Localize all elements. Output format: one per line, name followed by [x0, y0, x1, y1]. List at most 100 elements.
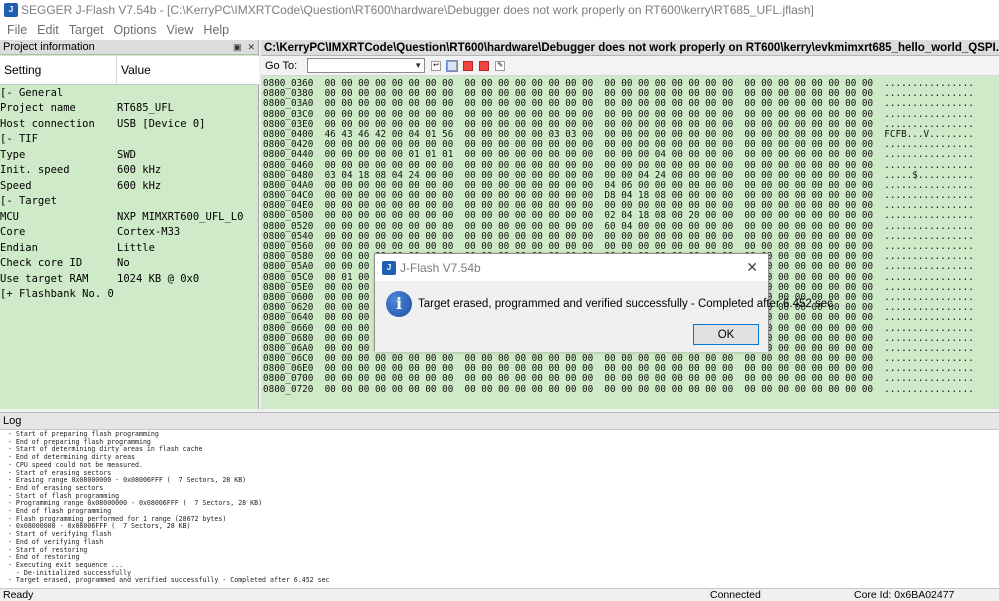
- jflash-window: J SEGGER J-Flash V7.54b - [C:\KerryPC\IM…: [0, 0, 999, 601]
- close-panel-icon[interactable]: ✕: [247, 42, 255, 53]
- project-setting-row[interactable]: TypeSWD: [0, 147, 259, 163]
- log-line: - Erasing range 0x08000000 - 0x08006FFF …: [4, 477, 999, 485]
- log-line: - Executing exit sequence ...: [4, 562, 999, 570]
- log-line: - End of erasing sectors: [4, 485, 999, 493]
- dialog-body: i Target erased, programmed and verified…: [375, 281, 768, 352]
- project-group-row[interactable]: [- Target: [0, 194, 259, 210]
- setting-value: Little: [117, 242, 259, 254]
- setting-name: Use target RAM: [0, 273, 117, 285]
- column-header-setting[interactable]: Setting: [0, 56, 117, 84]
- edit-icon[interactable]: ✎: [495, 61, 505, 71]
- setting-name: MCU: [0, 211, 117, 223]
- setting-value: 1024 KB @ 0x0: [117, 273, 259, 285]
- info-icon: i: [386, 291, 412, 317]
- log-line: - End of restoring: [4, 554, 999, 562]
- view-1x-icon[interactable]: [447, 61, 457, 71]
- project-setting-row[interactable]: Host connectionUSB [Device 0]: [0, 116, 259, 132]
- project-setting-row[interactable]: Use target RAM1024 KB @ 0x0: [0, 271, 259, 287]
- setting-name: Type: [0, 149, 117, 161]
- jflash-app-icon: J: [4, 3, 18, 17]
- setting-value: No: [117, 257, 259, 269]
- menu-edit[interactable]: Edit: [32, 23, 64, 37]
- project-panel-header: Project information ▣ ✕: [0, 40, 258, 55]
- project-group-row[interactable]: [+ Flashbank No. 0: [0, 287, 259, 303]
- setting-name: [- General: [0, 87, 259, 99]
- project-setting-row[interactable]: EndianLittle: [0, 240, 259, 256]
- log-header: Log: [0, 413, 999, 430]
- setting-value: 600 kHz: [117, 164, 259, 176]
- log-panel: Log - Start of preparing flash programmi…: [0, 412, 999, 588]
- dialog-title: J-Flash V7.54b: [400, 261, 481, 275]
- project-panel-title: Project information: [3, 41, 95, 53]
- project-setting-row[interactable]: CoreCortex-M33: [0, 225, 259, 241]
- float-panel-icon[interactable]: ▣: [233, 42, 242, 53]
- setting-value: NXP MIMXRT600_UFL_L0: [117, 211, 259, 223]
- success-dialog: J J-Flash V7.54b ✕ i Target erased, prog…: [374, 253, 769, 351]
- project-group-row[interactable]: [- General: [0, 85, 259, 101]
- hex-toolbar: Go To: ▼ ↩ ✎: [261, 56, 999, 76]
- setting-name: Check core ID: [0, 257, 117, 269]
- log-line: - 0x08000000 - 0x08006FFF ( 7 Sectors, 2…: [4, 523, 999, 531]
- log-line: - Programming range 0x08000000 - 0x08006…: [4, 500, 999, 508]
- menu-bar: File Edit Target Options View Help: [0, 20, 999, 40]
- dialog-message: Target erased, programmed and verified s…: [418, 298, 833, 310]
- setting-name: Host connection: [0, 118, 117, 130]
- setting-value: SWD: [117, 149, 259, 161]
- ok-button[interactable]: OK: [693, 324, 759, 345]
- setting-name: Speed: [0, 180, 117, 192]
- setting-name: [+ Flashbank No. 0: [0, 288, 259, 300]
- hex-view-panel: C:\KerryPC\IMXRTCode\Question\RT600\hard…: [261, 40, 999, 409]
- goto-label: Go To:: [265, 60, 297, 72]
- close-icon[interactable]: ✕: [746, 259, 758, 276]
- menu-view[interactable]: View: [162, 23, 199, 37]
- project-setting-row[interactable]: Project nameRT685_UFL: [0, 101, 259, 117]
- dialog-title-bar: J J-Flash V7.54b ✕: [375, 254, 768, 281]
- project-settings-table: Setting Value [- General Project nameRT6…: [0, 56, 259, 302]
- menu-help[interactable]: Help: [198, 23, 234, 37]
- status-core-id: Core Id: 0x6BA02477: [854, 589, 954, 601]
- status-bar: Ready Connected Core Id: 0x6BA02477: [0, 588, 999, 601]
- view-2x-icon[interactable]: [463, 61, 473, 71]
- goto-arrow-icon[interactable]: ↩: [431, 61, 441, 71]
- project-setting-row[interactable]: MCUNXP MIMXRT600_UFL_L0: [0, 209, 259, 225]
- status-connection: Connected: [710, 589, 761, 601]
- project-information-panel: Project information ▣ ✕ Setting Value [-…: [0, 40, 259, 409]
- log-line: - End of determining dirty areas: [4, 454, 999, 462]
- hex-data-view[interactable]: 0800_0360 00 00 00 00 00 00 00 00 00 00 …: [261, 79, 999, 409]
- setting-value: Cortex-M33: [117, 226, 259, 238]
- project-table-header: Setting Value: [0, 56, 259, 85]
- column-header-value[interactable]: Value: [117, 56, 259, 84]
- setting-name: Endian: [0, 242, 117, 254]
- menu-options[interactable]: Options: [108, 23, 161, 37]
- setting-name: Project name: [0, 102, 117, 114]
- project-setting-row[interactable]: Speed600 kHz: [0, 178, 259, 194]
- project-setting-row[interactable]: Init. speed600 kHz: [0, 163, 259, 179]
- jflash-dialog-icon: J: [382, 261, 396, 275]
- log-line: - Start of preparing flash programming: [4, 431, 999, 439]
- menu-target[interactable]: Target: [64, 23, 109, 37]
- log-line: - Start of determining dirty areas in fl…: [4, 446, 999, 454]
- goto-address-combobox[interactable]: ▼: [307, 58, 425, 73]
- setting-name: [- TIF: [0, 133, 259, 145]
- setting-value: USB [Device 0]: [117, 118, 259, 130]
- log-line: - Start of verifying flash: [4, 531, 999, 539]
- log-line: - End of verifying flash: [4, 539, 999, 547]
- project-setting-row[interactable]: Check core IDNo: [0, 256, 259, 272]
- view-4x-icon[interactable]: [479, 61, 489, 71]
- setting-value: RT685_UFL: [117, 102, 259, 114]
- log-output[interactable]: - Start of preparing flash programming -…: [0, 430, 999, 585]
- status-ready: Ready: [3, 589, 33, 601]
- window-title: SEGGER J-Flash V7.54b - [C:\KerryPC\IMXR…: [21, 3, 814, 17]
- chevron-down-icon[interactable]: ▼: [414, 59, 422, 73]
- setting-name: [- Target: [0, 195, 259, 207]
- log-line: - Target erased, programmed and verified…: [4, 577, 999, 585]
- hex-file-title: C:\KerryPC\IMXRTCode\Question\RT600\hard…: [261, 40, 999, 56]
- setting-name: Init. speed: [0, 164, 117, 176]
- log-line: - Start of restoring: [4, 547, 999, 555]
- menu-file[interactable]: File: [2, 23, 32, 37]
- title-bar: J SEGGER J-Flash V7.54b - [C:\KerryPC\IM…: [0, 0, 999, 20]
- hex-row: 0800_0440 00 00 00 00 00 01 01 01 00 00 …: [261, 150, 999, 160]
- project-group-row[interactable]: [- TIF: [0, 132, 259, 148]
- log-line: - CPU speed could not be measured.: [4, 462, 999, 470]
- hex-row: 0800_0720 00 00 00 00 00 00 00 00 00 00 …: [261, 385, 999, 395]
